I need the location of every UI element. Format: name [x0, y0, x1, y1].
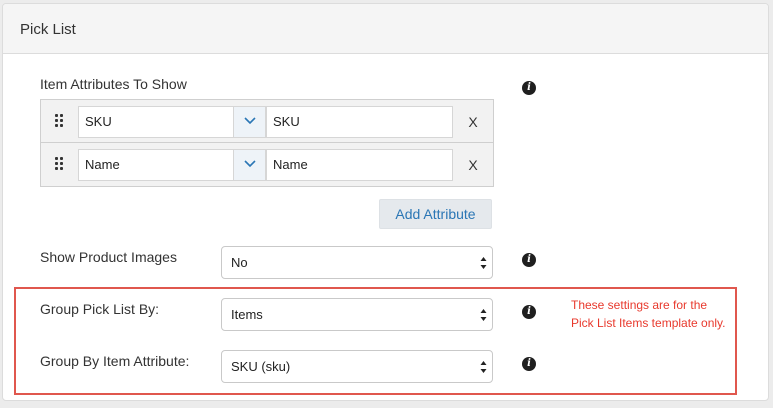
chevron-down-icon[interactable]: [233, 106, 266, 138]
remove-attribute-button[interactable]: X: [465, 156, 481, 174]
info-icon[interactable]: i: [522, 357, 536, 371]
attribute-label-input[interactable]: SKU: [266, 106, 453, 138]
group-by-item-attribute-value: SKU (sku): [231, 359, 291, 374]
attribute-label-input[interactable]: Name: [266, 149, 453, 181]
select-arrows-icon: [480, 309, 487, 321]
group-pick-list-by-select[interactable]: Items: [221, 298, 493, 331]
info-icon[interactable]: i: [522, 253, 536, 267]
remove-attribute-button[interactable]: X: [465, 113, 481, 131]
add-attribute-button[interactable]: Add Attribute: [379, 199, 492, 229]
attribute-row: Name Name X: [41, 143, 493, 186]
group-by-item-attribute-label: Group By Item Attribute:: [40, 353, 190, 369]
chevron-down-icon[interactable]: [233, 149, 266, 181]
show-product-images-select[interactable]: No: [221, 246, 493, 279]
info-icon[interactable]: i: [522, 305, 536, 319]
group-pick-list-by-value: Items: [231, 307, 263, 322]
select-arrows-icon: [480, 257, 487, 269]
info-icon[interactable]: i: [522, 81, 536, 95]
show-product-images-value: No: [231, 255, 248, 270]
drag-handle-icon[interactable]: [55, 157, 64, 172]
panel-title: Pick List: [20, 21, 76, 38]
select-arrows-icon: [480, 361, 487, 373]
pick-list-panel: Pick List Item Attributes To Show i SKU …: [2, 3, 769, 401]
group-by-item-attribute-select[interactable]: SKU (sku): [221, 350, 493, 383]
group-pick-list-by-label: Group Pick List By:: [40, 301, 160, 317]
panel-header: Pick List: [3, 4, 768, 54]
attribute-row: SKU SKU X: [41, 100, 493, 143]
settings-note-line-1: These settings are for the: [571, 298, 708, 312]
settings-note: These settings are for the Pick List Ite…: [571, 296, 741, 332]
show-product-images-label: Show Product Images: [40, 249, 177, 265]
settings-note-line-2: Pick List Items template only.: [571, 316, 726, 330]
drag-handle-icon[interactable]: [55, 114, 64, 129]
item-attributes-label: Item Attributes To Show: [40, 76, 187, 92]
attributes-table: SKU SKU X Name Name X: [40, 99, 494, 187]
